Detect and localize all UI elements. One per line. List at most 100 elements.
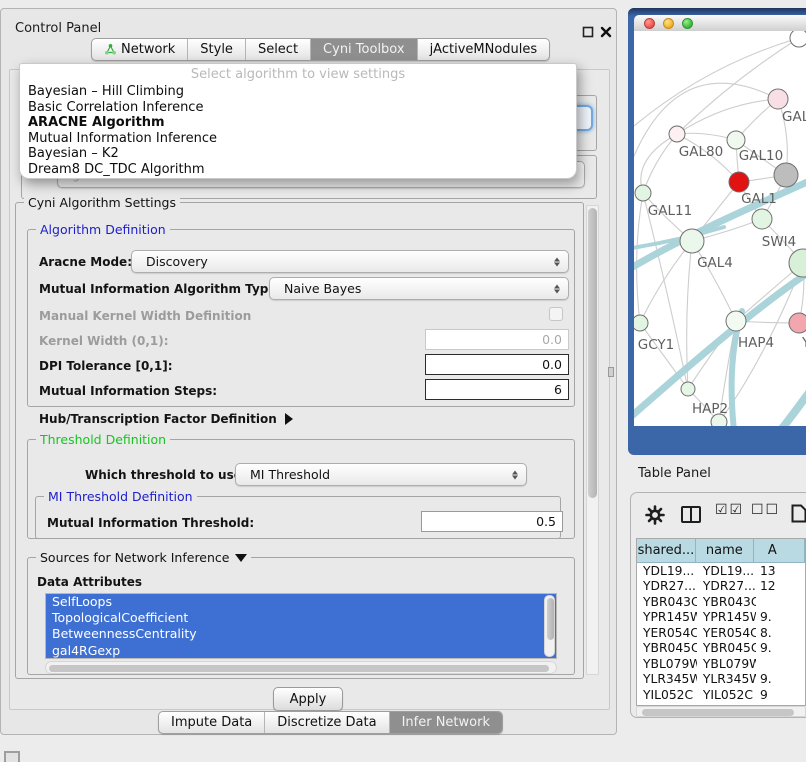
aracne-mode-combo[interactable]: Discovery xyxy=(131,250,569,273)
table-cell: YBR045C xyxy=(697,641,756,657)
table-row[interactable]: YLR345WYLR345W9. xyxy=(637,672,805,688)
table-hscrollbar-thumb[interactable] xyxy=(642,709,794,716)
table-cell: 8. xyxy=(756,625,805,641)
sources-title: Sources for Network Inference xyxy=(40,550,229,565)
mi-steps-field[interactable]: 6 xyxy=(425,379,569,400)
tab-discretize-data[interactable]: Discretize Data xyxy=(265,712,389,733)
data-attribute-item[interactable]: TopologicalCoefficient xyxy=(46,610,556,626)
attributes-hscrollbar-thumb[interactable] xyxy=(49,665,549,672)
node[interactable] xyxy=(729,172,749,192)
node-label: SWI4 xyxy=(762,234,797,250)
node-gal10[interactable] xyxy=(727,131,745,149)
apply-button[interactable]: Apply xyxy=(273,687,343,711)
minimize-traffic-light-icon[interactable] xyxy=(663,18,674,29)
table-row[interactable]: YBR045CYBR045C9. xyxy=(637,641,805,657)
tab-cyni-toolbox[interactable]: Cyni Toolbox xyxy=(311,39,418,60)
zoom-traffic-light-icon[interactable] xyxy=(682,18,693,29)
node-y[interactable] xyxy=(789,313,806,333)
chevron-down-icon xyxy=(235,554,247,562)
table-column-header[interactable]: name xyxy=(696,539,754,563)
table-cell: 13 xyxy=(756,563,805,579)
hub-definition-label: Hub/Transcription Factor Definition xyxy=(39,412,277,426)
network-canvas[interactable]: GALGAL80GAL10GAL1GAL11SWI4GAL4GCY1HAP4YH… xyxy=(634,31,806,426)
settings-scrollbar-thumb[interactable] xyxy=(588,208,597,498)
panel-splitter-handle[interactable] xyxy=(608,367,614,377)
table-cell: YIL052C xyxy=(697,687,756,703)
node[interactable] xyxy=(790,31,806,47)
tab-infer-network[interactable]: Infer Network xyxy=(390,712,502,733)
node[interactable] xyxy=(774,163,798,187)
attributes-scrollbar-thumb[interactable] xyxy=(547,598,554,640)
kernel-width-value: 0.0 xyxy=(542,332,562,347)
table-hscrollbar[interactable] xyxy=(636,706,806,717)
data-attribute-item[interactable]: gal4RGexp xyxy=(46,643,556,659)
settings-scrollbar[interactable] xyxy=(586,205,599,675)
node-hap4[interactable] xyxy=(726,311,746,331)
mi-algorithm-type-combo[interactable]: Naive Bayes xyxy=(269,277,569,300)
node[interactable] xyxy=(711,414,727,426)
table-cell xyxy=(756,656,805,672)
kernel-width-field[interactable]: 0.0 xyxy=(425,329,569,350)
table-row[interactable]: YIL052CYIL052C9 xyxy=(637,687,805,703)
manual-kernel-width-checkbox[interactable] xyxy=(549,307,563,321)
data-attribute-item[interactable]: SelfLoops xyxy=(46,594,556,610)
tab-style[interactable]: Style xyxy=(188,39,246,60)
node-label: GAL80 xyxy=(679,144,723,160)
attributes-hscrollbar[interactable] xyxy=(45,661,557,674)
node-gal[interactable] xyxy=(768,89,788,109)
node-label: GAL4 xyxy=(697,255,733,271)
minimized-panel-icon[interactable] xyxy=(4,751,20,762)
node-gal1[interactable] xyxy=(752,209,772,229)
node-gal11[interactable] xyxy=(635,185,651,201)
control-panel-window: Control Panel NetworkStyleSelectCyni Too… xyxy=(0,8,617,735)
close-icon[interactable] xyxy=(600,23,612,35)
mi-threshold-field[interactable]: 0.5 xyxy=(421,511,563,532)
table-cell: 9. xyxy=(756,641,805,657)
node-gal4[interactable] xyxy=(680,229,704,253)
column-view-icon[interactable] xyxy=(681,506,701,523)
screen: Control Panel NetworkStyleSelectCyni Too… xyxy=(0,0,806,762)
select-all-checkboxes-icon[interactable]: ☑☑ xyxy=(715,502,744,518)
table-row[interactable]: YDR27...YDR27...12 xyxy=(637,579,805,595)
algorithm-popup-item[interactable]: ARACNE Algorithm xyxy=(20,115,576,131)
table-row[interactable]: YER054CYER054C8. xyxy=(637,625,805,641)
new-file-icon[interactable] xyxy=(789,504,806,527)
attributes-scrollbar[interactable] xyxy=(544,595,555,657)
table-row[interactable]: YBR043CYBR043C xyxy=(637,594,805,610)
table-cell: YLR345W xyxy=(697,672,756,688)
algorithm-popup-item[interactable]: Basic Correlation Inference xyxy=(20,100,576,116)
network-view-window[interactable]: GALGAL80GAL10GAL1GAL11SWI4GAL4GCY1HAP4YH… xyxy=(628,8,806,455)
table-row[interactable]: YPR145WYPR145W9. xyxy=(637,610,805,626)
node-hap2[interactable] xyxy=(681,382,695,396)
close-traffic-light-icon[interactable] xyxy=(644,18,655,29)
algorithm-popup-list: Bayesian – Hill ClimbingBasic Correlatio… xyxy=(20,84,576,178)
algorithm-popup-item[interactable]: Bayesian – Hill Climbing xyxy=(20,84,576,100)
tab-impute-data[interactable]: Impute Data xyxy=(159,712,265,733)
node-gal80[interactable] xyxy=(669,126,685,142)
table-column-header[interactable]: A xyxy=(754,539,805,563)
algorithm-popup-item[interactable]: Dream8 DC_TDC Algorithm xyxy=(20,162,576,178)
which-threshold-combo[interactable]: MI Threshold xyxy=(235,463,527,486)
algorithm-popup-item[interactable]: Bayesian – K2 xyxy=(20,146,576,162)
tab-select[interactable]: Select xyxy=(246,39,311,60)
data-attribute-item[interactable]: BetweennessCentrality xyxy=(46,626,556,642)
tab-label: Discretize Data xyxy=(277,715,376,730)
gear-icon[interactable] xyxy=(645,505,665,529)
tab-network[interactable]: Network xyxy=(92,39,188,60)
deselect-all-checkboxes-icon[interactable]: ☐☐ xyxy=(751,502,780,518)
table-cell: YDR27... xyxy=(697,579,756,595)
node-label: GAL1 xyxy=(741,191,777,207)
table-cell: YLR345W xyxy=(637,672,697,688)
dpi-tolerance-field[interactable]: 0.0 xyxy=(425,354,569,375)
float-window-icon[interactable] xyxy=(582,23,594,35)
table-cell: 9. xyxy=(756,672,805,688)
algorithm-popup-item[interactable]: Mutual Information Inference xyxy=(20,131,576,147)
table-row[interactable]: YDL19...YDL19...13 xyxy=(637,563,805,579)
table-row[interactable]: YBL079WYBL079W xyxy=(637,656,805,672)
tab-jactivemnodules[interactable]: jActiveMNodules xyxy=(418,39,550,60)
node-gcy1[interactable] xyxy=(634,315,648,331)
network-window-titlebar[interactable] xyxy=(634,15,806,32)
hub-definition-expander[interactable]: Hub/Transcription Factor Definition xyxy=(39,412,293,426)
sources-title-wrap[interactable]: Sources for Network Inference xyxy=(36,550,251,565)
table-column-header[interactable]: shared... xyxy=(637,539,696,563)
